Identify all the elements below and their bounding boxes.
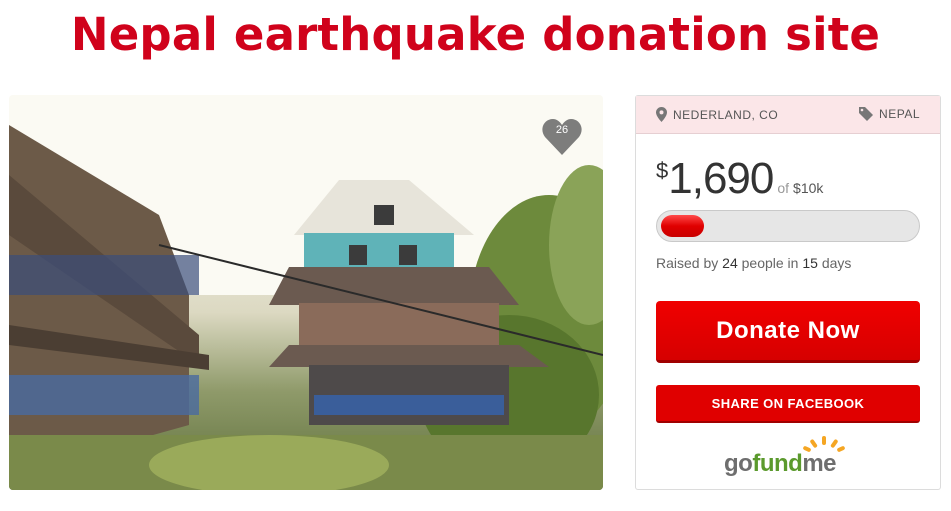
category: NEPAL xyxy=(859,107,920,121)
heart-icon[interactable] xyxy=(541,117,583,157)
raised-summary: Raised by 24 people in 15 days xyxy=(656,255,851,271)
campaign-photo[interactable] xyxy=(9,95,603,490)
people-label: people in xyxy=(741,255,799,271)
donor-count: 24 xyxy=(722,255,738,271)
gofundme-logo[interactable]: gofundme xyxy=(724,436,854,481)
days-label: days xyxy=(821,255,852,271)
gofundme-wordmark: gofundme xyxy=(724,450,836,478)
share-on-facebook-button[interactable]: SHARE ON FACEBOOK xyxy=(656,385,920,423)
donate-now-button[interactable]: Donate Now xyxy=(656,301,920,363)
tag-icon xyxy=(859,107,874,121)
nepal-house-image xyxy=(9,95,603,490)
brand-fund: fund xyxy=(752,450,803,477)
page-title: Nepal earthquake donation site xyxy=(70,8,881,61)
brand-me: me xyxy=(802,450,836,477)
progress-bar xyxy=(656,210,920,242)
category-label[interactable]: NEPAL xyxy=(879,107,920,121)
raised-prefix: Raised by xyxy=(656,255,719,271)
days-count: 15 xyxy=(802,255,818,271)
favorite-count: 26 xyxy=(555,124,569,136)
brand-go: go xyxy=(724,450,753,477)
amount-value: 1,690 xyxy=(668,154,774,203)
amount-raised: $ 1,690 of $10k xyxy=(656,154,823,204)
currency-symbol: $ xyxy=(656,158,669,183)
location: NEDERLAND, CO xyxy=(656,107,778,122)
card-header: NEDERLAND, CO NEPAL xyxy=(636,96,940,134)
goal-value: $10k xyxy=(793,180,824,196)
campaign-card: NEDERLAND, CO NEPAL $ 1,690 of $10k Rais… xyxy=(635,95,941,490)
map-pin-icon xyxy=(656,107,667,122)
location-label[interactable]: NEDERLAND, CO xyxy=(673,108,778,122)
of-label: of xyxy=(777,180,790,196)
progress-fill xyxy=(661,215,704,237)
